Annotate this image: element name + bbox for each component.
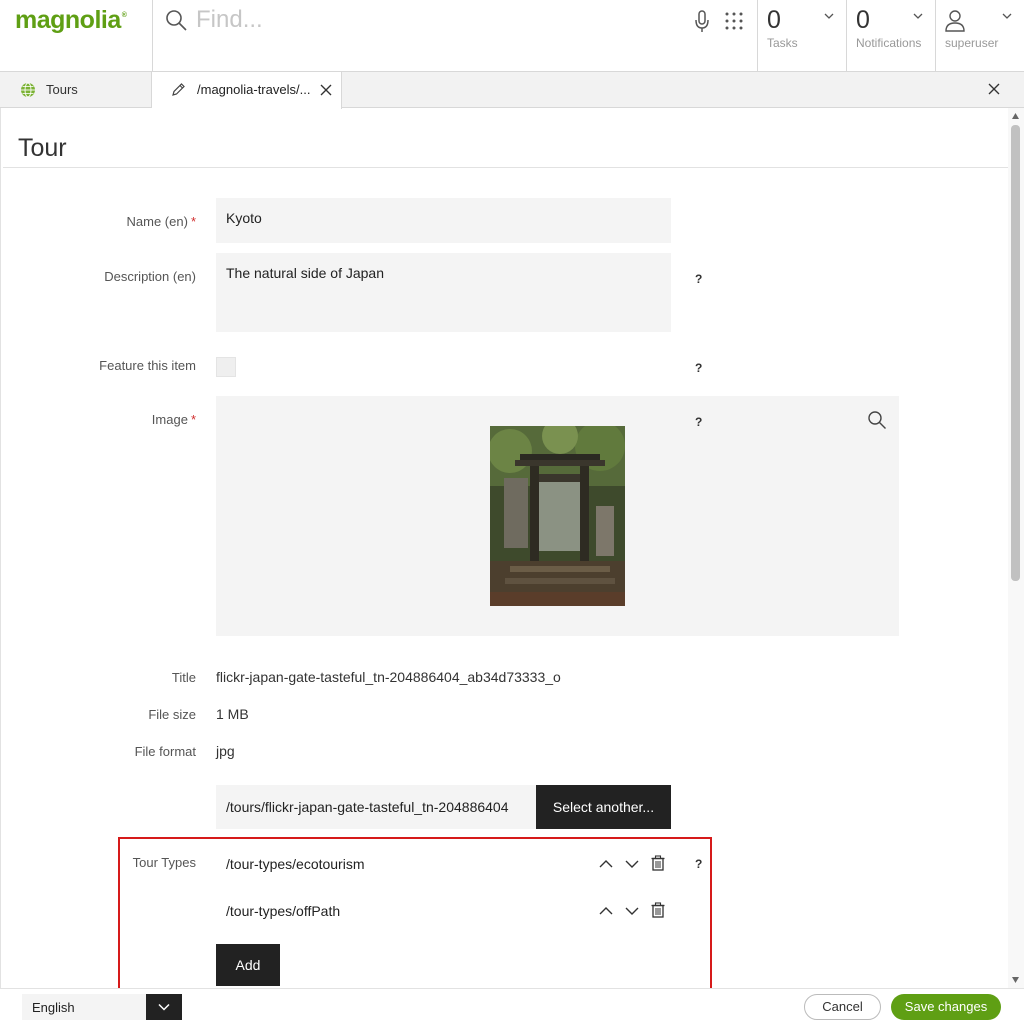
name-label: Name (en) * bbox=[126, 214, 196, 229]
search-bar[interactable]: Find... bbox=[153, 0, 757, 72]
feature-label: Feature this item bbox=[99, 358, 196, 373]
tab-tours-label: Tours bbox=[46, 82, 78, 97]
notifications-label: Notifications bbox=[856, 36, 922, 50]
logo[interactable]: magnolia® bbox=[0, 0, 153, 72]
divider bbox=[3, 167, 1008, 168]
language-dropdown-button[interactable] bbox=[146, 994, 182, 1020]
image-preview[interactable] bbox=[216, 396, 899, 636]
page-title: Tour bbox=[18, 134, 67, 162]
search-input[interactable]: Find... bbox=[196, 6, 263, 34]
tab-tours[interactable]: Tours bbox=[0, 72, 152, 108]
title-value: flickr-japan-gate-tasteful_tn-204886404_… bbox=[216, 669, 561, 685]
tab-bar: Tours /magnolia-travels/... bbox=[0, 72, 1024, 109]
chevron-down-icon bbox=[824, 13, 834, 19]
chevron-down-icon bbox=[1002, 13, 1012, 19]
close-tab-icon[interactable] bbox=[320, 84, 332, 96]
image-path-field[interactable]: /tours/flickr-japan-gate-tasteful_tn-204… bbox=[216, 785, 536, 829]
scroll-down-icon[interactable] bbox=[1011, 976, 1020, 984]
save-changes-button[interactable]: Save changes bbox=[891, 994, 1001, 1020]
close-app-icon[interactable] bbox=[988, 83, 1000, 95]
select-another-button[interactable]: Select another... bbox=[536, 785, 671, 829]
microphone-icon[interactable] bbox=[693, 10, 711, 34]
pencil-icon bbox=[172, 83, 185, 96]
description-help-icon[interactable]: ? bbox=[695, 272, 702, 286]
name-field[interactable]: Kyoto bbox=[216, 198, 671, 243]
language-select[interactable]: English bbox=[22, 994, 182, 1020]
notifications-indicator[interactable]: 0 Notifications bbox=[846, 0, 935, 72]
tasks-label: Tasks bbox=[767, 36, 798, 50]
editor-panel: Tour Name (en) * Kyoto Description (en) T… bbox=[0, 108, 1024, 988]
file-size-label: File size bbox=[148, 707, 196, 722]
cancel-button[interactable]: Cancel bbox=[804, 994, 881, 1020]
file-size-value: 1 MB bbox=[216, 706, 249, 722]
footer: English Cancel Save changes bbox=[0, 988, 1024, 1024]
scrollbar-thumb[interactable] bbox=[1011, 125, 1020, 581]
file-format-label: File format bbox=[134, 744, 196, 759]
logo-text: magnolia® bbox=[15, 6, 127, 34]
tour-image-thumbnail bbox=[490, 426, 625, 606]
image-label: Image * bbox=[151, 412, 196, 427]
description-field[interactable]: The natural side of Japan bbox=[216, 253, 671, 332]
title-label: Title bbox=[171, 670, 196, 685]
search-icon bbox=[166, 10, 187, 31]
description-label: Description (en) bbox=[104, 269, 196, 284]
file-format-value: jpg bbox=[216, 743, 235, 759]
scroll-up-icon[interactable] bbox=[1011, 112, 1020, 120]
user-icon bbox=[945, 10, 965, 32]
tab-editor-label: /magnolia-travels/... bbox=[197, 82, 311, 97]
tasks-count: 0 bbox=[767, 6, 781, 34]
feature-checkbox[interactable] bbox=[216, 357, 236, 377]
app-launcher-icon[interactable] bbox=[725, 12, 743, 30]
image-search-icon[interactable] bbox=[867, 410, 887, 430]
tab-editor[interactable]: /magnolia-travels/... bbox=[152, 72, 342, 109]
feature-help-icon[interactable]: ? bbox=[695, 361, 702, 375]
globe-icon bbox=[21, 82, 35, 98]
tasks-indicator[interactable]: 0 Tasks bbox=[757, 0, 846, 72]
highlight-box bbox=[118, 837, 712, 988]
top-bar: magnolia® Find... 0 Tasks 0 Notification… bbox=[0, 0, 1024, 72]
user-menu[interactable]: superuser bbox=[935, 0, 1024, 72]
chevron-down-icon bbox=[913, 13, 923, 19]
notifications-count: 0 bbox=[856, 6, 870, 34]
language-value: English bbox=[32, 1000, 75, 1015]
user-name: superuser bbox=[945, 36, 999, 50]
chevron-down-icon bbox=[158, 1003, 170, 1011]
image-help-icon[interactable]: ? bbox=[695, 415, 702, 429]
